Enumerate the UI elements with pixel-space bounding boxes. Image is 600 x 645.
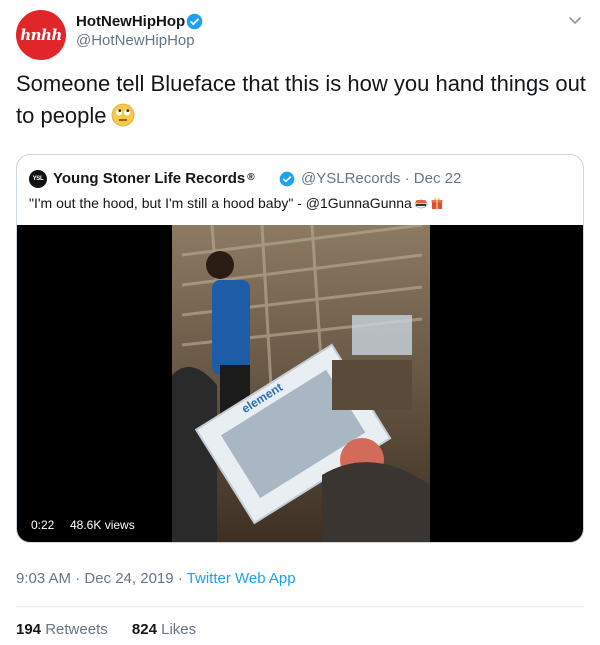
quoted-text-content: "I'm out the hood, but I'm still a hood … (29, 195, 412, 211)
quoted-author-name-text: Young Stoner Life Records (53, 170, 246, 187)
verified-badge-icon (279, 171, 295, 187)
quoted-text: "I'm out the hood, but I'm still a hood … (29, 195, 444, 211)
chevron-down-icon[interactable] (567, 12, 583, 28)
tweet-timestamp: 9:03 AM · Dec 24, 2019 · Twitter Web App (16, 570, 296, 587)
sushi-icon (414, 199, 428, 209)
quoted-avatar[interactable]: YSL (29, 170, 47, 188)
video-duration-badge: 0:22 (25, 515, 61, 535)
registered-mark: ® (247, 172, 255, 183)
video-frame: element (172, 225, 430, 542)
rolling-eyes-emoji-icon (111, 103, 134, 127)
verified-badge-icon (186, 13, 203, 30)
likes-label: Likes (161, 621, 197, 638)
quoted-avatar-text: YSL (32, 176, 44, 182)
video-views-badge: 48.6K views (64, 515, 141, 535)
tweet-card: hnhh HotNewHipHop @HotNewHipHop Someone … (0, 0, 600, 645)
likes-stat[interactable]: 824 Likes (132, 621, 196, 638)
author-name[interactable]: HotNewHipHop (76, 13, 185, 30)
author-avatar[interactable]: hnhh (16, 10, 66, 60)
tweet-source-link[interactable]: Twitter Web App (187, 570, 296, 587)
tweet-stats: 194 Retweets 824 Likes (16, 621, 216, 638)
quoted-author-name[interactable]: Young Stoner Life Records ® (53, 170, 255, 187)
gift-icon (431, 198, 443, 209)
divider (16, 606, 584, 607)
retweets-stat[interactable]: 194 Retweets (16, 621, 108, 638)
likes-count: 824 (131, 621, 157, 638)
video-still-image: element (172, 225, 430, 542)
retweets-label: Retweets (45, 621, 108, 638)
retweets-count: 194 (16, 621, 42, 638)
tweet-text: Someone tell Blueface that this is how y… (16, 68, 586, 132)
video-player[interactable]: element 0:22 48.6K views (17, 225, 583, 542)
quoted-handle-date[interactable]: @YSLRecords · Dec 22 (301, 170, 461, 187)
author-handle[interactable]: @HotNewHipHop (76, 32, 195, 49)
quoted-tweet[interactable]: YSL Young Stoner Life Records ® @YSLRecor… (16, 154, 584, 543)
tweet-text-content: Someone tell Blueface that this is how y… (16, 71, 586, 128)
tweet-time-date[interactable]: 9:03 AM · Dec 24, 2019 · (16, 570, 187, 587)
avatar-logo-text: hnhh (20, 26, 62, 44)
